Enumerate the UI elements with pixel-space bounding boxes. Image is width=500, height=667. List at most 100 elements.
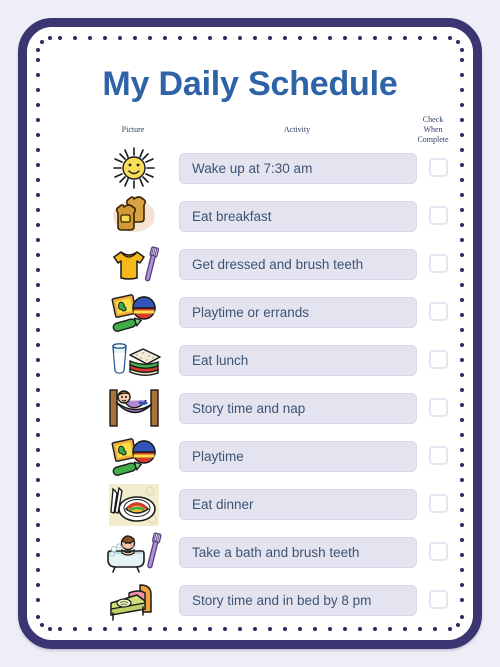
shirt-toothbrush-icon: [105, 241, 163, 289]
border-dot: [298, 36, 302, 40]
activity-label: Take a bath and brush teeth: [179, 537, 417, 568]
border-dot: [268, 36, 272, 40]
complete-checkbox[interactable]: [429, 542, 448, 561]
activity-label: Eat breakfast: [179, 201, 417, 232]
complete-checkbox[interactable]: [429, 590, 448, 609]
border-dot: [433, 627, 437, 631]
schedule-row: Take a bath and brush teeth: [27, 529, 473, 577]
activity-label: Get dressed and brush teeth: [179, 249, 417, 280]
complete-checkbox[interactable]: [429, 494, 448, 513]
column-header-activity: Activity: [283, 125, 311, 134]
border-dot: [460, 47, 465, 52]
border-dot: [58, 36, 62, 40]
bed-icon: [105, 577, 163, 625]
border-dot: [238, 627, 242, 631]
complete-checkbox[interactable]: [429, 158, 448, 177]
border-dot: [268, 627, 272, 631]
border-dot: [418, 627, 422, 631]
sandwich-milk-icon: [105, 337, 163, 385]
border-dot: [118, 36, 122, 40]
border-dot: [313, 627, 317, 631]
complete-checkbox[interactable]: [429, 446, 448, 465]
border-dot: [148, 627, 152, 631]
complete-checkbox[interactable]: [429, 398, 448, 417]
border-dot: [343, 36, 347, 40]
border-dot: [103, 36, 107, 40]
border-dot: [88, 627, 92, 631]
border-dot: [455, 40, 460, 45]
page-title: My Daily Schedule: [102, 65, 398, 103]
border-dot: [35, 47, 40, 52]
dinner-plate-icon: [105, 481, 163, 529]
activity-label: Playtime or errands: [179, 297, 417, 328]
column-header-picture: Picture: [121, 125, 145, 134]
column-headers: Picture Activity Check When Complete: [27, 115, 473, 149]
border-dot: [403, 36, 407, 40]
column-header-check-line3: Complete: [417, 135, 449, 144]
border-dot: [208, 627, 212, 631]
border-dot: [73, 627, 77, 631]
schedule-row: Playtime or errands: [27, 289, 473, 337]
border-dot: [448, 627, 453, 632]
border-dot: [373, 627, 377, 631]
complete-checkbox[interactable]: [429, 254, 448, 273]
column-header-check-line1: Check: [422, 115, 444, 124]
column-header-check: Check When Complete: [403, 115, 463, 145]
border-dot: [358, 36, 362, 40]
border-dot: [133, 36, 137, 40]
border-dot: [148, 36, 152, 40]
border-dot: [178, 627, 182, 631]
schedule-row: Eat lunch: [27, 337, 473, 385]
border-dot: [388, 36, 392, 40]
border-dot: [403, 627, 407, 631]
border-dot: [343, 627, 347, 631]
border-dot: [163, 36, 167, 40]
border-dot: [88, 36, 92, 40]
border-dot: [238, 36, 242, 40]
column-header-check-line2: When: [423, 125, 443, 134]
border-dot: [103, 627, 107, 631]
schedule-row: Eat dinner: [27, 481, 473, 529]
border-dot: [283, 36, 287, 40]
border-dot: [388, 627, 392, 631]
activity-label: Eat lunch: [179, 345, 417, 376]
border-dot: [208, 36, 212, 40]
bathtub-toothbrush-icon: [105, 529, 163, 577]
border-dot: [118, 627, 122, 631]
complete-checkbox[interactable]: [429, 350, 448, 369]
schedule-card-inner: My Daily Schedule Picture Activity Check…: [27, 27, 473, 640]
border-dot: [47, 35, 52, 40]
border-dot: [163, 627, 167, 631]
complete-checkbox[interactable]: [429, 302, 448, 321]
activity-label: Wake up at 7:30 am: [179, 153, 417, 184]
border-dot: [133, 627, 137, 631]
schedule-row: Wake up at 7:30 am: [27, 145, 473, 193]
toys-icon: [105, 289, 163, 337]
border-dot: [328, 627, 332, 631]
schedule-rows: Wake up at 7:30 am Eat breakfast Get dre…: [27, 145, 473, 625]
schedule-row: Eat breakfast: [27, 193, 473, 241]
border-dot: [73, 36, 77, 40]
border-dot: [448, 35, 453, 40]
border-dot: [433, 36, 437, 40]
border-dot: [193, 627, 197, 631]
border-dot: [36, 58, 40, 62]
border-dot: [178, 36, 182, 40]
border-dot: [253, 627, 257, 631]
toys-icon: [105, 433, 163, 481]
schedule-row: Get dressed and brush teeth: [27, 241, 473, 289]
border-dot: [283, 627, 287, 631]
border-dot: [253, 36, 257, 40]
border-dot: [193, 36, 197, 40]
border-dot: [47, 627, 52, 632]
complete-checkbox[interactable]: [429, 206, 448, 225]
border-dot: [313, 36, 317, 40]
border-dot: [58, 627, 62, 631]
schedule-row: Story time and nap: [27, 385, 473, 433]
border-dot: [460, 58, 464, 62]
schedule-row: Story time and in bed by 8 pm: [27, 577, 473, 625]
hammock-icon: [105, 385, 163, 433]
border-dot: [358, 627, 362, 631]
border-dot: [223, 36, 227, 40]
activity-label: Eat dinner: [179, 489, 417, 520]
